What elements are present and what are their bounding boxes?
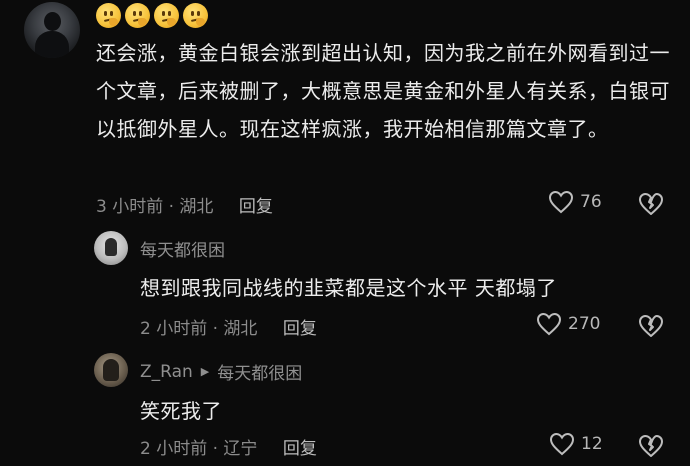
reply-button[interactable]: 回复	[283, 439, 317, 459]
emoji-row	[96, 3, 208, 28]
username[interactable]: Z_Ran	[140, 362, 193, 382]
heart-icon	[548, 190, 574, 214]
heart-icon	[536, 312, 562, 336]
reply-button[interactable]: 回复	[239, 197, 273, 217]
dislike-button[interactable]	[638, 314, 664, 342]
like-button[interactable]: 270	[536, 312, 600, 336]
time-location: 2 小时前 · 辽宁	[140, 439, 258, 459]
time-location: 2 小时前 · 湖北	[140, 319, 258, 339]
username[interactable]: 每天都很困	[140, 236, 225, 261]
like-count: 270	[568, 314, 601, 334]
heart-icon	[549, 432, 575, 456]
avatar[interactable]	[24, 2, 80, 58]
avatar[interactable]	[94, 231, 128, 265]
dislike-button[interactable]	[638, 192, 664, 220]
avatar-figure	[105, 238, 117, 256]
like-button[interactable]: 12	[549, 432, 603, 456]
comment-meta: 3 小时前 · 湖北 回复	[96, 192, 273, 217]
reply-button[interactable]: 回复	[283, 319, 317, 339]
reply-text: 想到跟我同战线的韭菜都是这个水平 天都塌了	[140, 276, 557, 300]
time-location: 3 小时前 · 湖北	[96, 197, 214, 217]
broken-heart-icon	[639, 435, 663, 457]
like-count: 12	[581, 434, 603, 454]
comment-text: 还会涨，黄金白银会涨到超出认知，因为我之前在外网看到过一个文章，后来被删了，大概…	[96, 41, 670, 141]
avatar-silhouette-body	[35, 31, 69, 58]
thinking-face-icon	[96, 3, 121, 28]
reply-arrow-icon: ▶	[200, 365, 210, 378]
reply-text: 笑死我了	[140, 399, 222, 423]
avatar-figure	[103, 359, 119, 381]
reply-to-username[interactable]: 每天都很困	[217, 359, 302, 384]
thinking-face-icon	[154, 3, 179, 28]
avatar-silhouette-head	[44, 12, 61, 31]
like-count: 76	[580, 192, 602, 212]
like-button[interactable]: 76	[548, 190, 602, 214]
broken-heart-icon	[639, 193, 663, 215]
reply-meta: 2 小时前 · 湖北 回复	[140, 314, 317, 339]
thinking-face-icon	[125, 3, 150, 28]
broken-heart-icon	[639, 315, 663, 337]
reply-header: Z_Ran ▶ 每天都很困	[140, 359, 302, 385]
reply-meta: 2 小时前 · 辽宁 回复	[140, 434, 317, 459]
dislike-button[interactable]	[638, 434, 664, 462]
avatar[interactable]	[94, 353, 128, 387]
thinking-face-icon	[183, 3, 208, 28]
